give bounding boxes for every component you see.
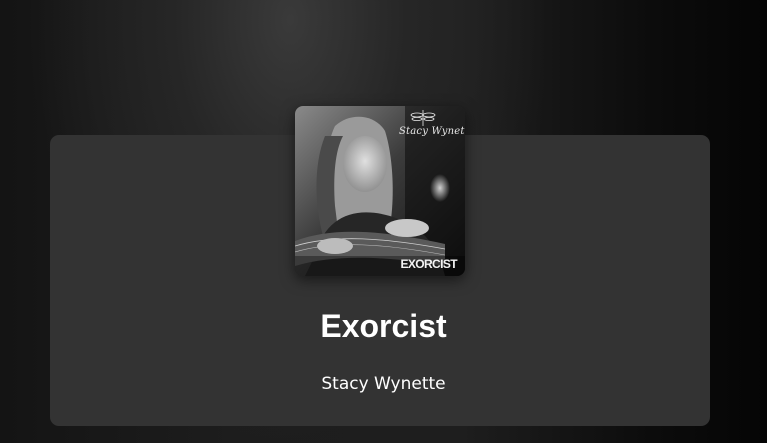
track-title: Exorcist (320, 308, 447, 344)
artist-name[interactable]: Stacy Wynette (0, 373, 767, 395)
cover-signature: Stacy Wynette (399, 126, 465, 137)
cover-title-text: EXORCIST (400, 257, 457, 271)
album-cover: Stacy Wynette EXORCIST (295, 106, 465, 276)
